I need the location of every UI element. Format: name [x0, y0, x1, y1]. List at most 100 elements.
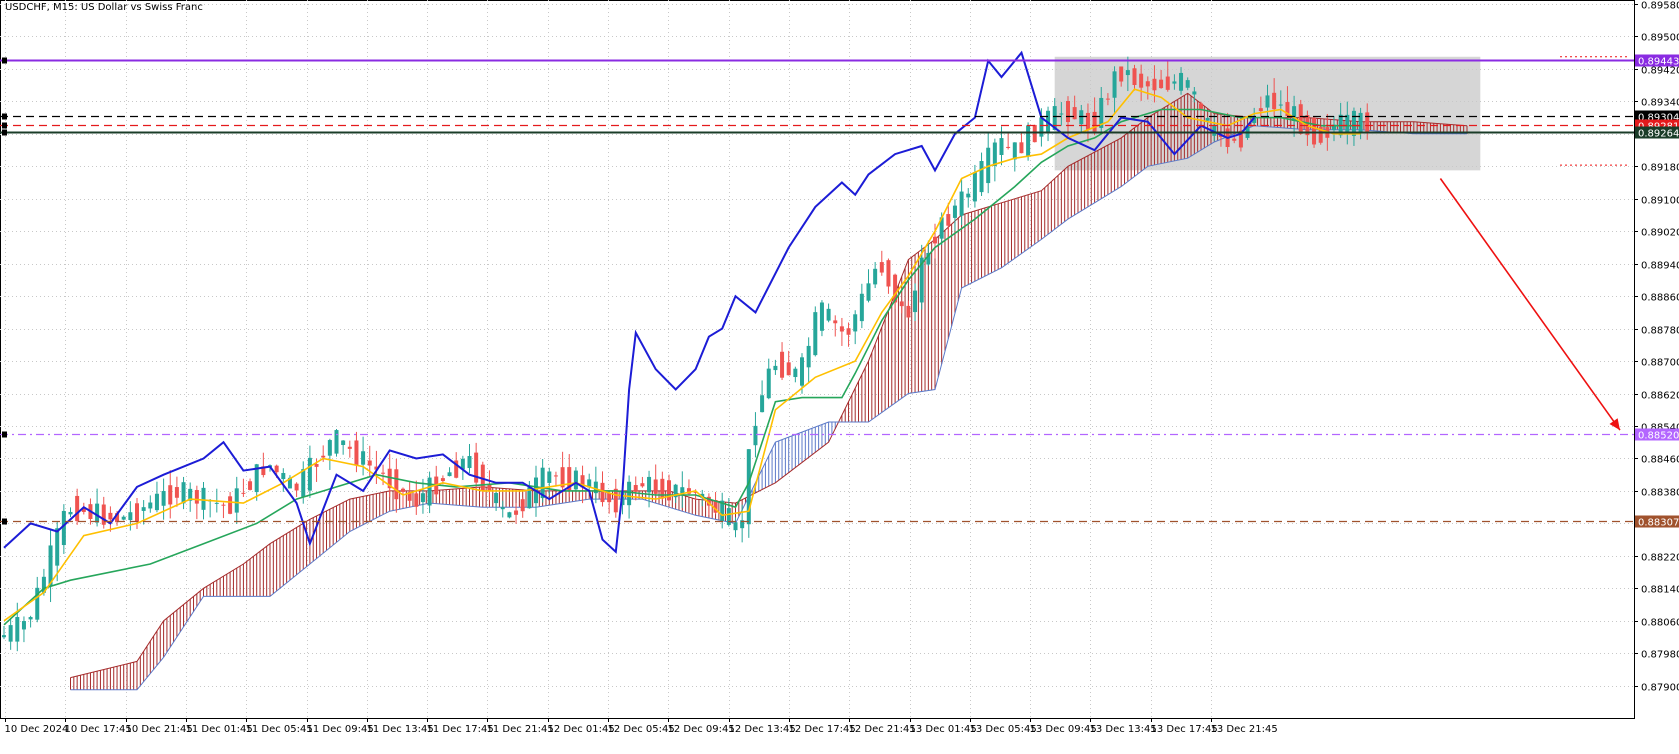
candle-body — [1079, 110, 1084, 125]
candle-body — [766, 368, 771, 399]
candle-body — [1006, 146, 1011, 148]
candle-body — [174, 487, 179, 498]
candle-body — [1105, 98, 1110, 100]
candle-body — [879, 262, 884, 273]
candle-body — [1165, 76, 1170, 90]
candle-body — [427, 477, 432, 506]
candle-body — [507, 512, 512, 518]
candle-body — [274, 465, 279, 473]
candle-body — [1125, 70, 1130, 76]
candle-body — [221, 504, 226, 506]
level-anchor-upper — [2, 113, 7, 120]
candle-body — [647, 476, 652, 493]
x-tick-label: 13 Dec 05:45 — [970, 724, 1037, 735]
candle-body — [1019, 142, 1024, 154]
candle-body — [321, 455, 326, 458]
candle-body — [859, 293, 864, 322]
level-anchor-pivot — [2, 129, 7, 136]
candle-body — [1192, 91, 1197, 95]
candle-body — [653, 479, 658, 494]
candle-body — [899, 301, 904, 307]
candle-body — [1132, 68, 1137, 86]
candle-body — [128, 512, 133, 521]
candle-body — [773, 365, 778, 371]
candle-body — [1232, 138, 1237, 141]
candle-body — [1312, 117, 1317, 145]
candle-body — [733, 522, 738, 531]
candle-body — [8, 625, 13, 642]
x-tick-label: 11 Dec 09:45 — [307, 724, 374, 735]
y-tick-label: 0.88460 — [1641, 455, 1679, 466]
candle-body — [1139, 73, 1144, 88]
candle-body — [553, 475, 558, 477]
candle-body — [1032, 124, 1037, 143]
candle-body — [341, 440, 346, 445]
candle-body — [1179, 72, 1184, 91]
level-anchor-support — [2, 518, 7, 525]
candle-body — [1258, 108, 1263, 112]
candle-body — [846, 328, 851, 335]
candle-body — [819, 302, 824, 331]
candle-body — [853, 314, 858, 332]
candle-body — [347, 446, 352, 449]
y-tick-label: 0.89500 — [1641, 33, 1679, 44]
price-chart-svg[interactable]: 0.895800.895000.894200.893400.892600.891… — [0, 0, 1679, 750]
y-tick-label: 0.89580 — [1641, 1, 1679, 12]
candle-body — [992, 142, 997, 166]
candle-body — [75, 495, 80, 522]
candle-body — [780, 351, 785, 378]
x-tick-label: 11 Dec 13:45 — [367, 724, 434, 735]
candle-body — [414, 493, 419, 507]
candle-body — [121, 516, 126, 520]
candle-body — [327, 440, 332, 456]
candle-body — [301, 469, 306, 497]
candle-body — [1112, 71, 1117, 98]
y-tick-label: 0.88700 — [1641, 358, 1679, 369]
candle-body — [314, 464, 319, 467]
candle-body — [500, 507, 505, 510]
candle-body — [520, 499, 525, 512]
level-anchor-resistance — [2, 57, 7, 64]
x-tick-label: 13 Dec 21:45 — [1211, 724, 1278, 735]
candle-body — [401, 488, 405, 492]
x-tick-label: 13 Dec 17:45 — [1151, 724, 1218, 735]
candle-body — [334, 430, 339, 454]
candle-body — [833, 320, 838, 324]
y-tick-label: 0.89340 — [1641, 98, 1679, 109]
level-price-label-target: 0.88520 — [1638, 431, 1679, 442]
candle-body — [959, 191, 964, 216]
candle-body — [979, 161, 984, 193]
candle-body — [613, 488, 618, 513]
x-tick-label: 12 Dec 13:45 — [729, 724, 796, 735]
candle-body — [972, 172, 977, 202]
x-tick-label: 12 Dec 05:45 — [608, 724, 675, 735]
y-tick-label: 0.88780 — [1641, 326, 1679, 337]
y-tick-label: 0.89100 — [1641, 196, 1679, 207]
candle-body — [1265, 95, 1270, 108]
x-tick-label: 10 Dec 21:45 — [126, 724, 193, 735]
chart[interactable]: USDCHF, M15: US Dollar vs Swiss Franc 0.… — [0, 0, 1679, 750]
y-tick-label: 0.88220 — [1641, 553, 1679, 564]
candle-body — [148, 502, 153, 509]
level-price-label-resistance: 0.89443 — [1638, 57, 1679, 68]
candle-body — [194, 490, 199, 504]
x-tick-label: 13 Dec 13:45 — [1090, 724, 1157, 735]
candle-body — [952, 205, 957, 218]
candle-body — [873, 268, 878, 285]
candle-body — [1072, 107, 1077, 120]
x-tick-label: 13 Dec 09:45 — [1030, 724, 1097, 735]
candle-body — [1199, 103, 1203, 109]
candle-body — [1012, 142, 1017, 160]
candle-body — [1185, 80, 1190, 88]
candle-body — [839, 326, 844, 332]
candle-body — [141, 507, 146, 511]
y-tick-label: 0.89020 — [1641, 228, 1679, 239]
candle-body — [154, 493, 159, 511]
candle-body — [633, 485, 638, 492]
x-axis: 10 Dec 202410 Dec 17:4510 Dec 21:4511 De… — [5, 718, 1278, 735]
candle-body — [607, 492, 612, 503]
candle-body — [248, 481, 253, 490]
candle-body — [307, 457, 312, 491]
candle-body — [214, 502, 219, 504]
candle-body — [1358, 112, 1363, 133]
